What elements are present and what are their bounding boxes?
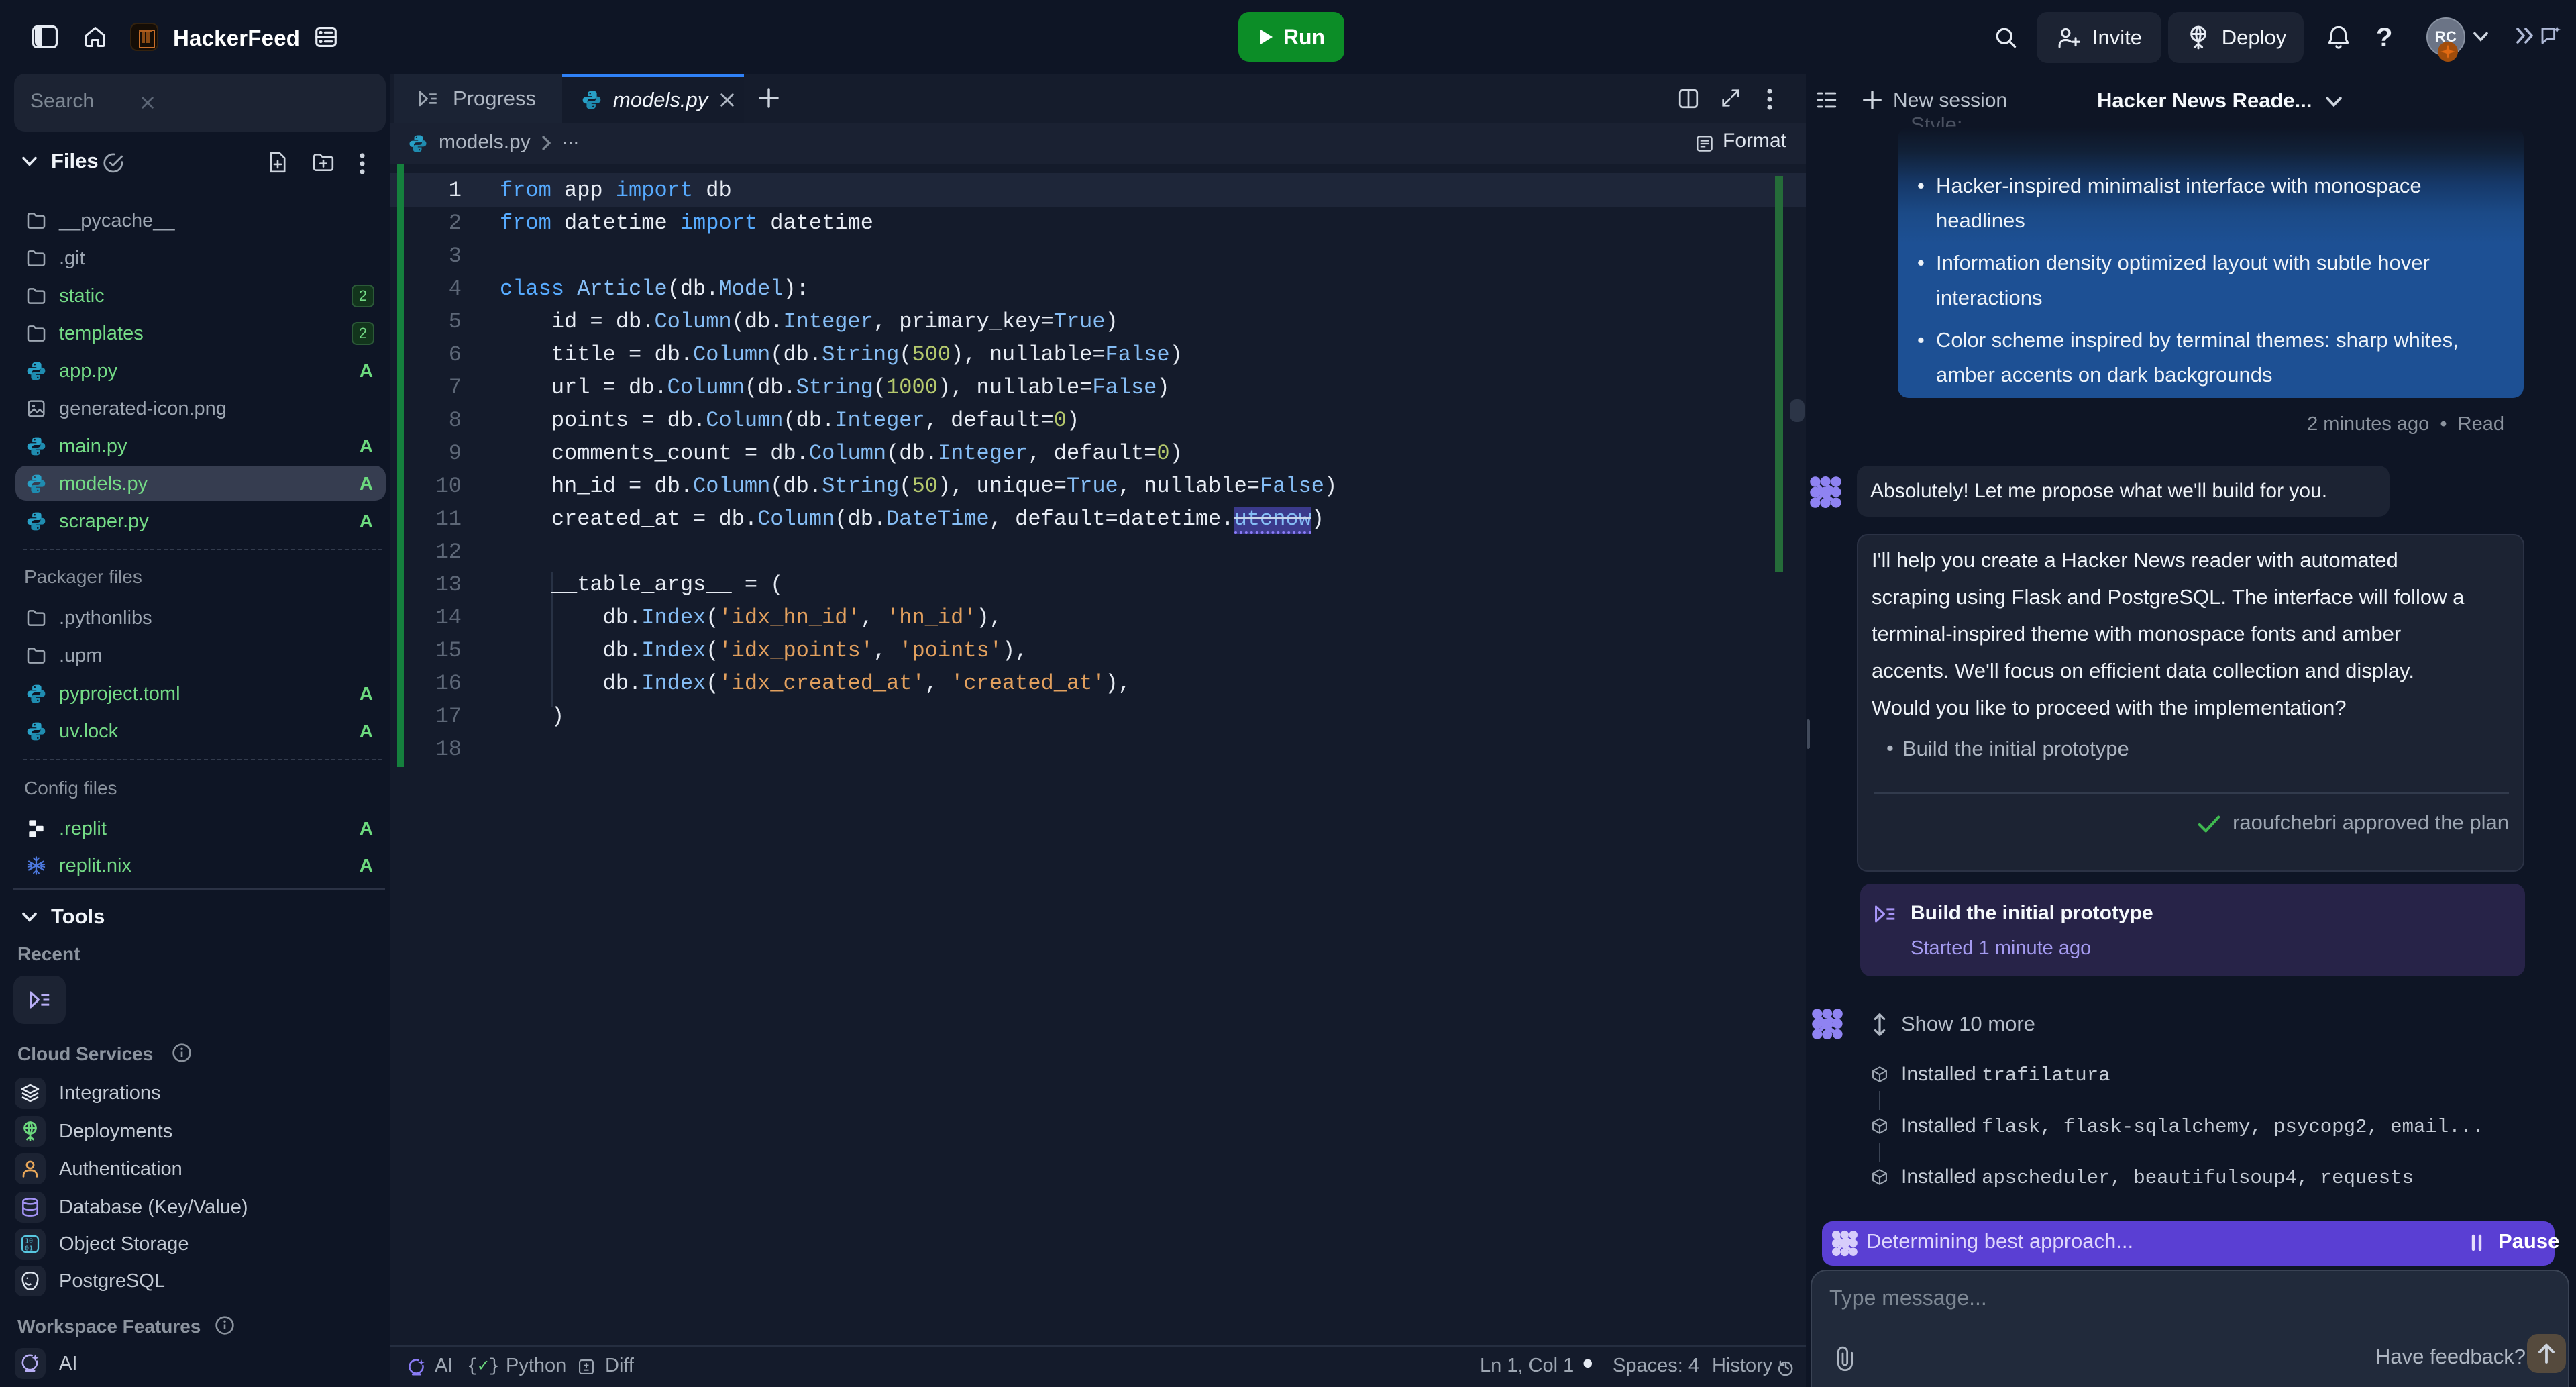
svg-text:10: 10 [25, 1238, 33, 1245]
svg-text:01: 01 [25, 1245, 33, 1252]
